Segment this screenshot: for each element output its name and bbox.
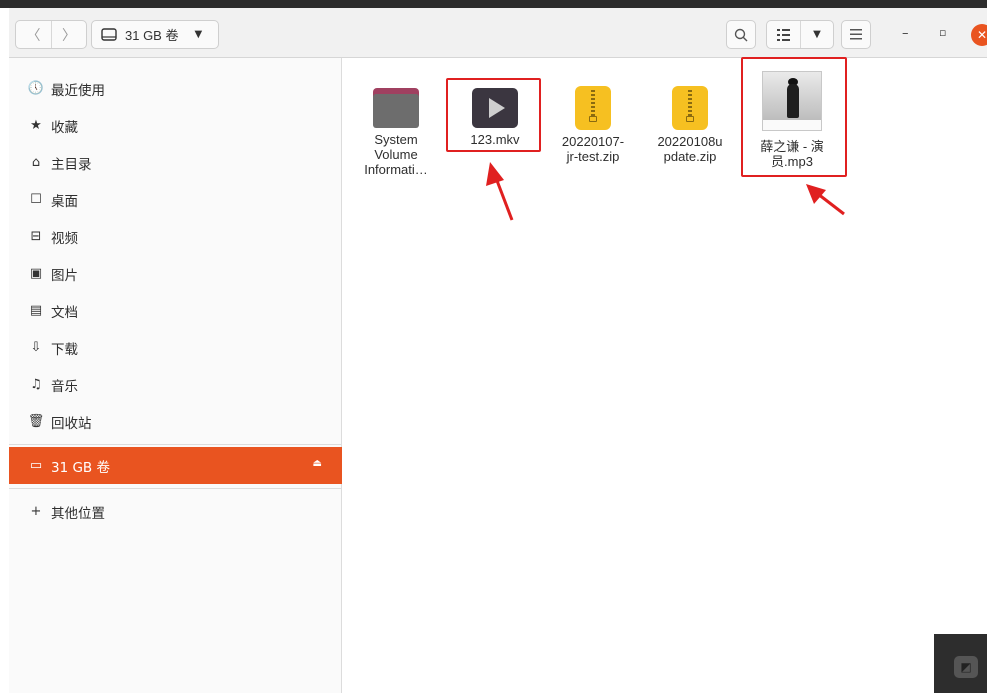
annotation-arrows <box>486 162 845 221</box>
app-icon[interactable]: ◩ <box>954 656 978 678</box>
arrow-annotation-audio <box>806 184 845 216</box>
arrow-annotation-video <box>486 162 514 221</box>
corner-overlay: ◩ <box>934 634 987 693</box>
